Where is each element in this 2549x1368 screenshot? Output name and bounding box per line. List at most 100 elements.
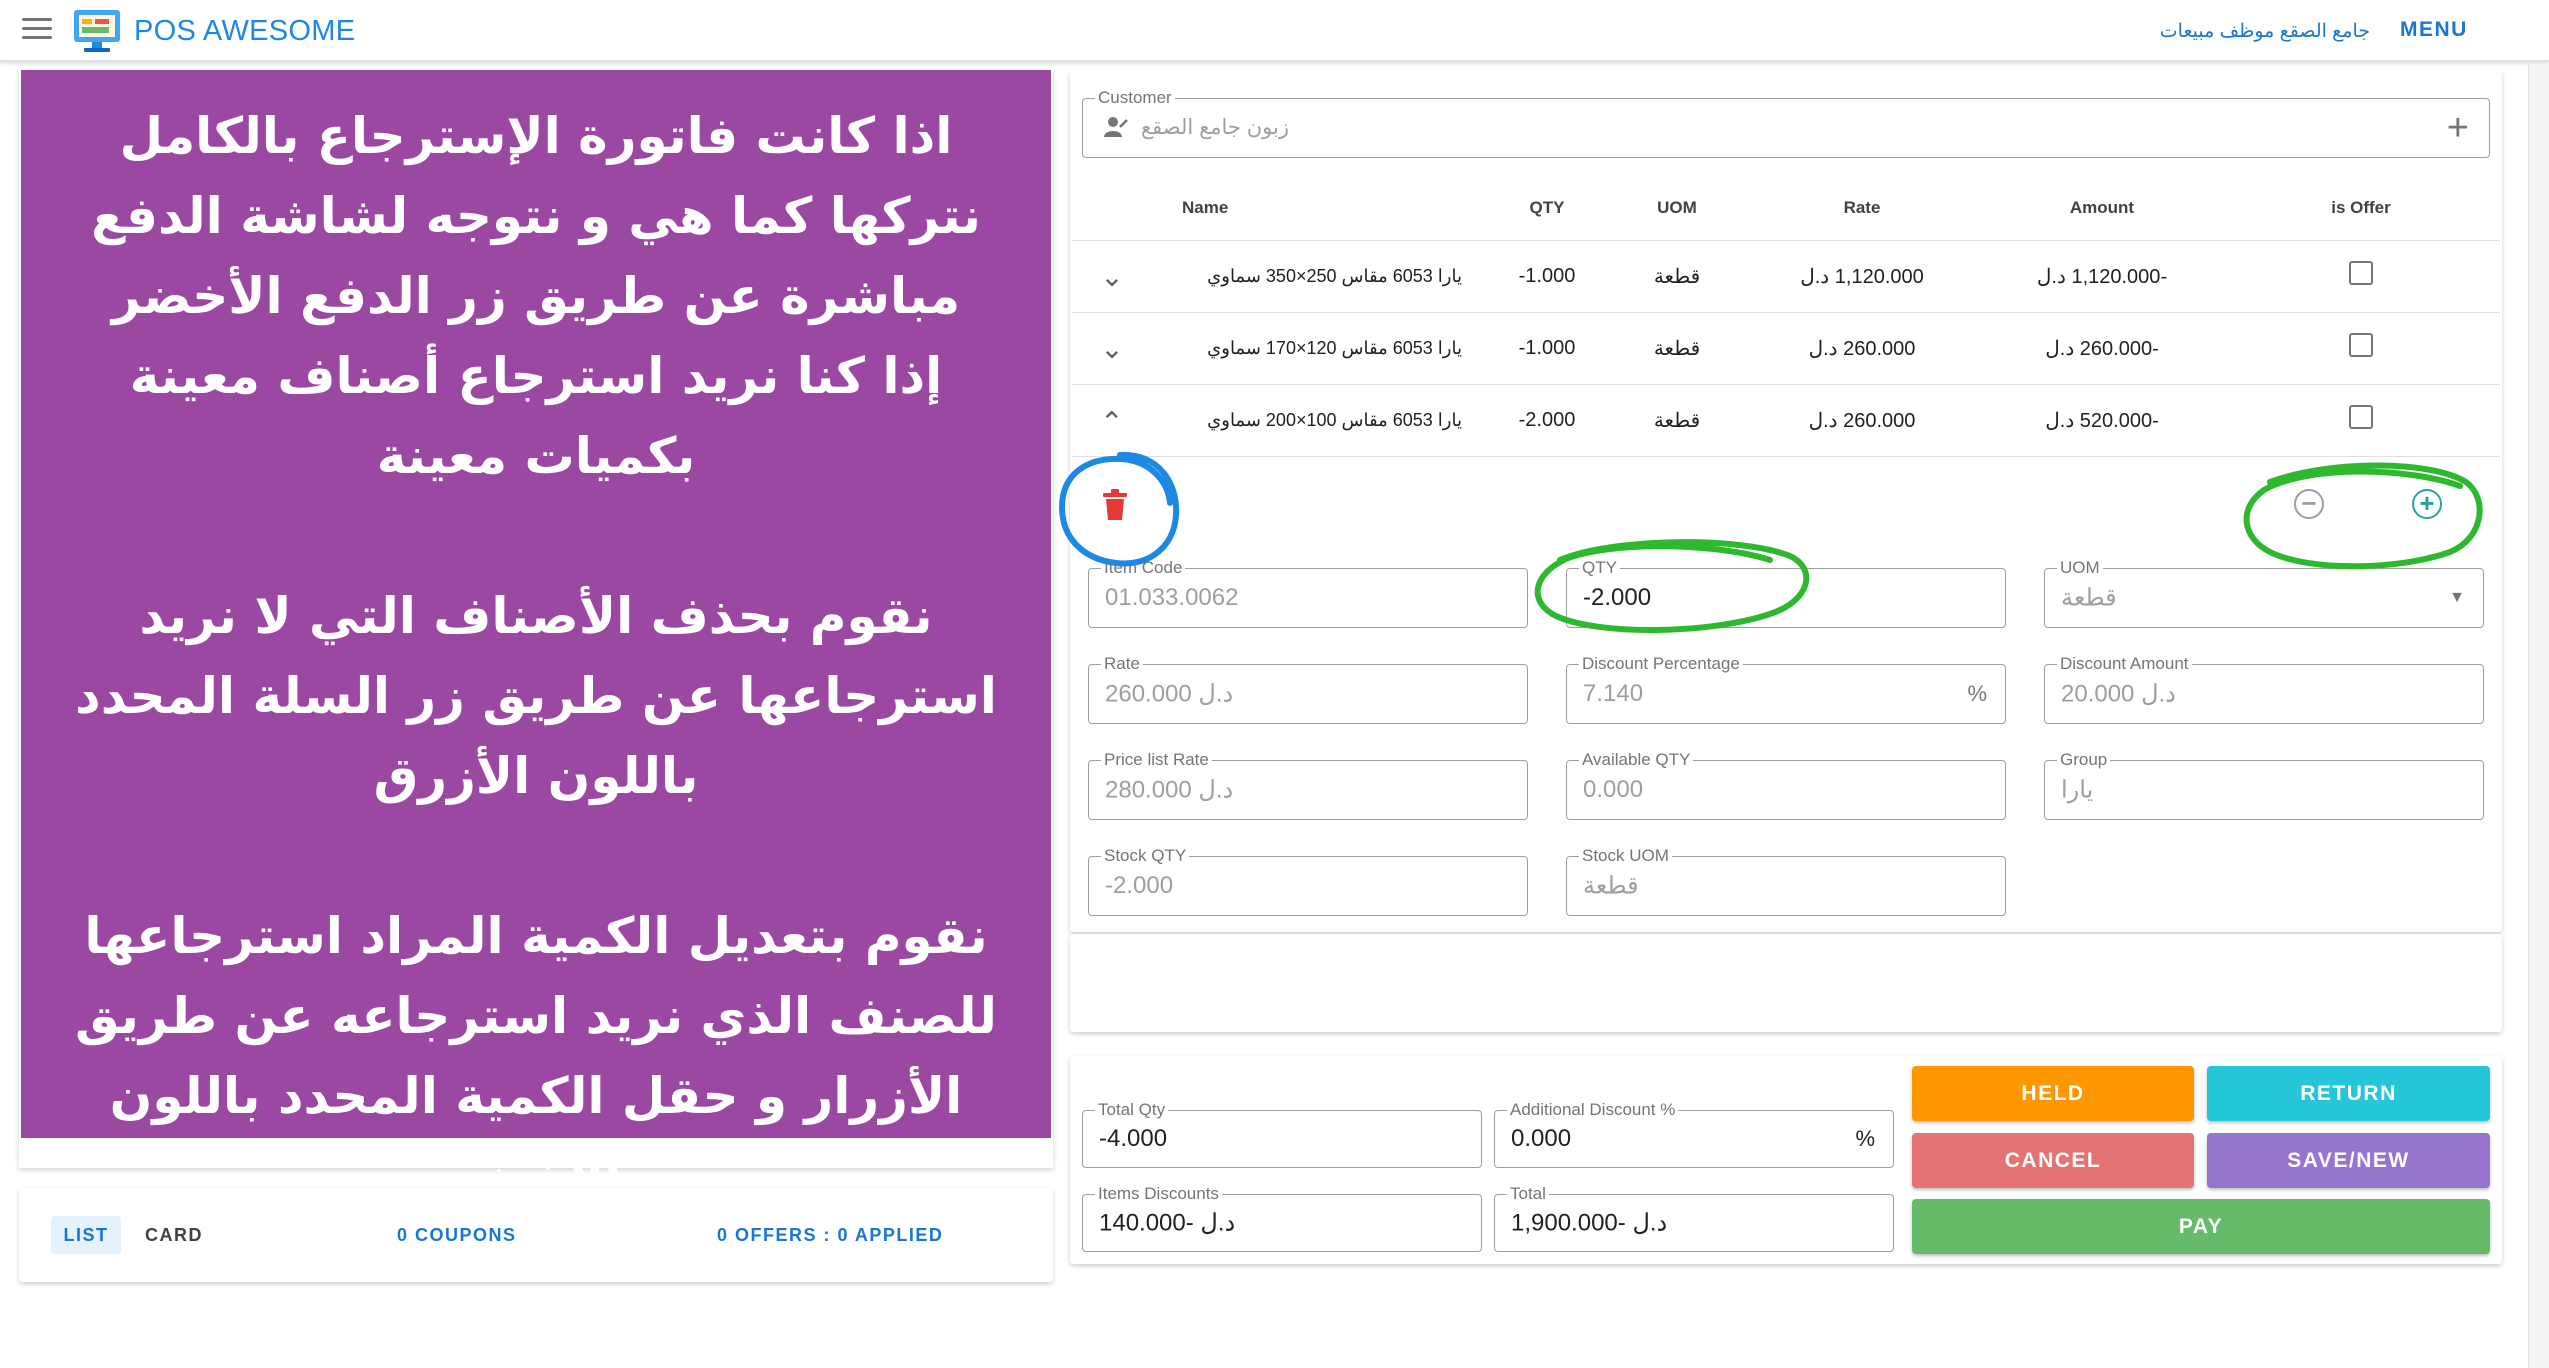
customer-field[interactable]: Customer زبون جامع الصقع +: [1082, 88, 2490, 158]
header-qty[interactable]: QTY: [1482, 176, 1612, 241]
is-offer-checkbox[interactable]: [2349, 405, 2373, 429]
total-label: Total: [1507, 1184, 1549, 1204]
discount-amount-value: د.ل 20.000: [2061, 680, 2176, 708]
total-qty-value: -4.000: [1099, 1125, 1168, 1152]
row-uom: قطعة: [1612, 240, 1742, 313]
discount-amount-field[interactable]: Discount Amount د.ل 20.000: [2044, 654, 2484, 724]
rate-label: Rate: [1101, 654, 1143, 674]
increase-qty-plus-icon[interactable]: +: [2412, 489, 2442, 519]
delete-item-trash-icon[interactable]: [1100, 488, 1130, 522]
menu-button[interactable]: MENU: [2400, 18, 2468, 42]
instruction-paragraph-1: اذا كانت فاتورة الإسترجاع بالكامل نتركها…: [91, 107, 981, 325]
user-label: جامع الصقع موظف مبيعات: [2159, 21, 2370, 42]
add-customer-plus-icon[interactable]: +: [2447, 107, 2469, 150]
qty-field[interactable]: QTY -2.000: [1566, 558, 2006, 628]
items-discounts-label: Items Discounts: [1095, 1184, 1222, 1204]
header-name[interactable]: Name: [1152, 176, 1482, 241]
return-button[interactable]: RETURN: [2207, 1066, 2490, 1121]
row-name: يارا 6053 مقاس 250×350 سماوي: [1152, 240, 1482, 313]
discount-percentage-field[interactable]: Discount Percentage 7.140 %: [1566, 654, 2006, 724]
row-rate: 260.000 د.ل: [1742, 384, 1982, 457]
total-qty-field[interactable]: Total Qty -4.000: [1082, 1100, 1482, 1168]
uom-value: قطعة: [2061, 584, 2117, 612]
available-qty-value: 0.000: [1583, 776, 1644, 803]
header-is-offer[interactable]: is Offer: [2222, 176, 2500, 241]
offers-button[interactable]: 0 OFFERS : 0 APPLIED: [717, 1216, 943, 1254]
table-row[interactable]: ⌄ يارا 6053 مقاس 120×170 سماوي -1.000 قط…: [1072, 312, 2500, 385]
header-rate[interactable]: Rate: [1742, 176, 1982, 241]
qty-value: -2.000: [1583, 584, 1652, 611]
cancel-button[interactable]: CANCEL: [1912, 1133, 2194, 1188]
discount-amount-label: Discount Amount: [2057, 654, 2192, 674]
instruction-overlay: اذا كانت فاتورة الإسترجاع بالكامل نتركها…: [21, 70, 1051, 1205]
is-offer-checkbox[interactable]: [2349, 333, 2373, 357]
total-field[interactable]: Total د.ل -1,900.000: [1494, 1184, 1894, 1252]
item-code-label: Item Code: [1101, 558, 1186, 578]
customer-account-icon: [1103, 115, 1129, 146]
hamburger-menu-icon[interactable]: [22, 18, 52, 42]
available-qty-label: Available QTY: [1579, 750, 1694, 770]
row-qty: -1.000: [1482, 240, 1612, 313]
price-list-rate-label: Price list Rate: [1101, 750, 1212, 770]
header-amount[interactable]: Amount: [1982, 176, 2222, 241]
invoice-items-card-footer: [1070, 934, 2502, 1032]
row-amount: -520.000 د.ل: [1982, 384, 2222, 457]
stock-uom-value: قطعة: [1583, 872, 1639, 900]
item-code-field[interactable]: Item Code 01.033.0062: [1088, 558, 1528, 628]
header-uom[interactable]: UOM: [1612, 176, 1742, 241]
additional-discount-label: Additional Discount %: [1507, 1100, 1679, 1120]
uom-select[interactable]: UOM قطعة ▼: [2044, 558, 2484, 628]
save-new-button[interactable]: SAVE/NEW: [2207, 1133, 2490, 1188]
price-list-rate-field[interactable]: Price list Rate د.ل 280.000: [1088, 750, 1528, 820]
rate-field[interactable]: Rate د.ل 260.000: [1088, 654, 1528, 724]
row-rate: 260.000 د.ل: [1742, 312, 1982, 385]
items-discounts-field[interactable]: Items Discounts د.ل -140.000: [1082, 1184, 1482, 1252]
additional-discount-field[interactable]: Additional Discount % 0.000 %: [1494, 1100, 1894, 1168]
row-qty: -1.000: [1482, 312, 1612, 385]
view-options-bar: LIST CARD 0 COUPONS 0 OFFERS : 0 APPLIED: [19, 1188, 1053, 1282]
row-uom: قطعة: [1612, 384, 1742, 457]
rate-value: د.ل 260.000: [1105, 680, 1234, 708]
qty-label: QTY: [1579, 558, 1620, 578]
row-uom: قطعة: [1612, 312, 1742, 385]
page-scrollbar[interactable]: [2528, 64, 2549, 1368]
row-rate: 1,120.000 د.ل: [1742, 240, 1982, 313]
percent-suffix: %: [1855, 1126, 1875, 1151]
stock-qty-field[interactable]: Stock QTY -2.000: [1088, 846, 1528, 916]
is-offer-checkbox[interactable]: [2349, 261, 2373, 285]
table-row[interactable]: ⌄ يارا 6053 مقاس 250×350 سماوي -1.000 قط…: [1072, 240, 2500, 313]
card-tab[interactable]: CARD: [145, 1216, 203, 1254]
chevron-up-icon[interactable]: ⌄: [1100, 404, 1123, 437]
list-tab[interactable]: LIST: [51, 1216, 121, 1254]
pay-button[interactable]: PAY: [1912, 1199, 2490, 1254]
stock-qty-value: -2.000: [1105, 872, 1174, 899]
row-amount: -260.000 د.ل: [1982, 312, 2222, 385]
stock-uom-label: Stock UOM: [1579, 846, 1672, 866]
item-code-value: 01.033.0062: [1105, 584, 1239, 611]
group-value: يارا: [2061, 776, 2094, 804]
table-row[interactable]: ⌄ يارا 6053 مقاس 100×200 سماوي -2.000 قط…: [1072, 384, 2500, 457]
available-qty-field[interactable]: Available QTY 0.000: [1566, 750, 2006, 820]
row-name: يارا 6053 مقاس 120×170 سماوي: [1152, 312, 1482, 385]
group-field[interactable]: Group يارا: [2044, 750, 2484, 820]
items-discounts-value: د.ل -140.000: [1099, 1209, 1236, 1237]
stock-uom-field[interactable]: Stock UOM قطعة: [1566, 846, 2006, 916]
chevron-down-icon[interactable]: ⌄: [1100, 333, 1123, 364]
items-table-header: Name QTY UOM Rate Amount is Offer: [1072, 176, 2500, 241]
row-qty: -2.000: [1482, 384, 1612, 457]
dropdown-arrow-icon[interactable]: ▼: [2449, 589, 2465, 607]
instruction-paragraph-4: نقوم بتعديل الكمية المراد استرجاعها للصن…: [75, 907, 997, 1205]
group-label: Group: [2057, 750, 2111, 770]
decrease-qty-minus-icon[interactable]: −: [2294, 489, 2324, 519]
items-table: Name QTY UOM Rate Amount is Offer ⌄ يارا…: [1072, 176, 2500, 457]
coupons-button[interactable]: 0 COUPONS: [397, 1216, 517, 1254]
additional-discount-value: 0.000: [1511, 1125, 1572, 1152]
customer-label: Customer: [1095, 88, 1175, 108]
held-button[interactable]: HELD: [1912, 1066, 2194, 1121]
app-title: POS AWESOME: [134, 15, 356, 47]
pos-logo-icon: [74, 10, 120, 52]
total-value: د.ل -1,900.000: [1511, 1209, 1668, 1237]
discount-percentage-label: Discount Percentage: [1579, 654, 1743, 674]
price-list-rate-value: د.ل 280.000: [1105, 776, 1234, 804]
chevron-down-icon[interactable]: ⌄: [1100, 261, 1123, 292]
